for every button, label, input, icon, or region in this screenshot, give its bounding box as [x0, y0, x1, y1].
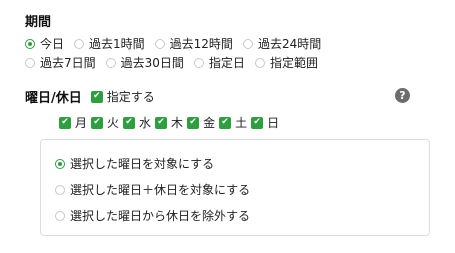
- period-option-past-7d[interactable]: 過去7日間: [25, 54, 96, 71]
- period-option-specific-date[interactable]: 指定日: [193, 54, 245, 71]
- period-option-past-12h[interactable]: 過去12時間: [154, 35, 233, 52]
- help-icon[interactable]: ?: [395, 88, 410, 103]
- weekday-specify-checkbox[interactable]: ✔ 指定する: [90, 88, 155, 105]
- radio-dot[interactable]: [154, 38, 165, 49]
- day-checkbox-fri[interactable]: ✔ 金: [187, 114, 215, 131]
- day-checkbox-thu[interactable]: ✔ 木: [155, 114, 183, 131]
- checkbox-check-icon[interactable]: ✔: [123, 116, 136, 129]
- checkbox-check-icon[interactable]: ✔: [155, 116, 168, 129]
- period-option-specific-range[interactable]: 指定範囲: [254, 54, 318, 71]
- checkbox-check-icon[interactable]: ✔: [251, 116, 264, 129]
- weekday-header: 曜日/休日 ✔ 指定する: [25, 87, 155, 106]
- radio-dot[interactable]: [193, 57, 204, 68]
- radio-dot[interactable]: [55, 210, 65, 221]
- weekday-title: 曜日/休日: [25, 91, 82, 106]
- checkbox-check-icon[interactable]: ✔: [219, 116, 232, 129]
- day-checkbox-sun[interactable]: ✔ 日: [251, 114, 279, 131]
- radio-dot[interactable]: [242, 38, 253, 49]
- checkbox-check-icon[interactable]: ✔: [187, 116, 200, 129]
- period-options-row-2: 過去7日間 過去30日間 指定日 指定範囲: [25, 54, 328, 71]
- period-option-past-24h[interactable]: 過去24時間: [242, 35, 321, 52]
- period-option-past-30d[interactable]: 過去30日間: [105, 54, 184, 71]
- weekday-days-row: ✔ 月 ✔ 火 ✔ 水 ✔ 木 ✔ 金 ✔ 土 ✔ 日: [59, 114, 283, 131]
- day-checkbox-wed[interactable]: ✔ 水: [123, 114, 151, 131]
- mode-option-selected-days[interactable]: 選択した曜日を対象にする: [55, 155, 214, 172]
- checkbox-check-icon[interactable]: ✔: [59, 116, 71, 129]
- mode-option-exclude-holidays[interactable]: 選択した曜日から休日を除外する: [55, 207, 250, 224]
- day-checkbox-mon[interactable]: ✔ 月: [59, 114, 87, 131]
- mode-option-days-plus-holidays[interactable]: 選択した曜日＋休日を対象にする: [55, 181, 250, 198]
- period-title: 期間: [25, 15, 52, 30]
- radio-dot[interactable]: [105, 57, 116, 68]
- radio-dot[interactable]: [74, 38, 85, 49]
- radio-dot[interactable]: [55, 184, 65, 195]
- radio-dot[interactable]: [25, 38, 35, 49]
- day-checkbox-tue[interactable]: ✔ 火: [91, 114, 119, 131]
- radio-dot[interactable]: [55, 158, 65, 169]
- weekday-mode-panel: 選択した曜日を対象にする 選択した曜日＋休日を対象にする 選択した曜日から休日を…: [40, 139, 430, 236]
- radio-dot[interactable]: [254, 57, 265, 68]
- radio-dot[interactable]: [25, 57, 35, 68]
- day-checkbox-sat[interactable]: ✔ 土: [219, 114, 247, 131]
- period-option-past-1h[interactable]: 過去1時間: [74, 35, 145, 52]
- checkbox-check-icon[interactable]: ✔: [91, 116, 104, 129]
- checkbox-check-icon[interactable]: ✔: [90, 90, 103, 103]
- period-options-row-1: 今日 過去1時間 過去12時間 過去24時間: [25, 35, 331, 52]
- period-option-today[interactable]: 今日: [25, 35, 64, 52]
